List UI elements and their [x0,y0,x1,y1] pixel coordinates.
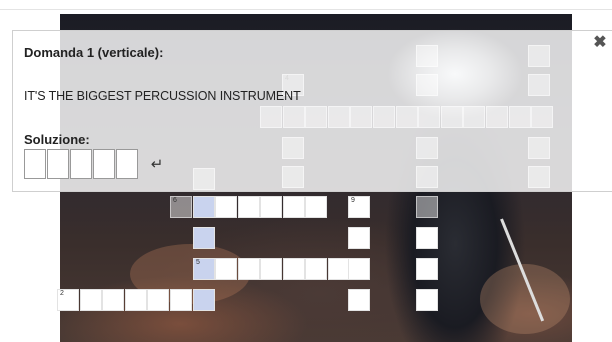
crossword-cell[interactable] [237,258,260,280]
crossword-cell[interactable] [282,258,305,280]
crossword-page: 69524 Domanda 1 (verticale): IT'S THE BI… [0,0,612,342]
clue-number: 2 [60,290,64,297]
crossword-cell[interactable] [416,227,438,249]
crossword-cell[interactable]: 9 [348,196,370,218]
crossword-cell[interactable] [305,196,328,218]
crossword-cell[interactable] [416,289,438,311]
crossword-cell[interactable] [305,258,328,280]
crossword-cell[interactable] [416,196,438,218]
crossword-cell[interactable] [102,289,125,311]
solution-label: Soluzione: [24,132,90,147]
solution-input-row [24,149,139,179]
close-icon[interactable]: ✖ [592,35,608,51]
crossword-cell[interactable] [416,258,438,280]
question-panel: Domanda 1 (verticale): IT'S THE BIGGEST … [12,30,612,192]
solution-letter-input[interactable] [116,149,138,179]
crossword-cell[interactable] [282,196,305,218]
crossword-cell[interactable] [260,258,283,280]
question-title: Domanda 1 (verticale): [24,45,164,60]
crossword-cell[interactable] [193,196,215,218]
crossword-cell[interactable] [170,289,192,311]
solution-letter-input[interactable] [70,149,92,179]
crossword-cell[interactable] [193,289,215,311]
crossword-cell[interactable] [328,258,350,280]
divider [0,9,612,10]
crossword-cell[interactable] [237,196,260,218]
crossword-cell[interactable] [348,227,370,249]
crossword-cell[interactable] [193,227,215,249]
crossword-cell[interactable] [260,196,283,218]
question-text: IT'S THE BIGGEST PERCUSSION INSTRUMENT [24,89,301,103]
crossword-cell[interactable] [215,258,237,280]
clue-number: 9 [351,197,355,204]
crossword-cell[interactable]: 6 [170,196,192,218]
crossword-cell[interactable]: 2 [57,289,79,311]
clue-number: 5 [196,259,200,266]
enter-return-icon[interactable]: ↵ [146,154,168,176]
crossword-cell[interactable] [79,289,102,311]
crossword-cell[interactable] [124,289,147,311]
crossword-cell[interactable]: 5 [193,258,215,280]
solution-letter-input[interactable] [93,149,115,179]
crossword-cell[interactable] [147,289,170,311]
crossword-cell[interactable] [348,289,370,311]
crossword-cell[interactable] [215,196,237,218]
solution-letter-input[interactable] [47,149,69,179]
clue-number: 6 [173,197,177,204]
crossword-cell[interactable] [348,258,370,280]
solution-letter-input[interactable] [24,149,46,179]
